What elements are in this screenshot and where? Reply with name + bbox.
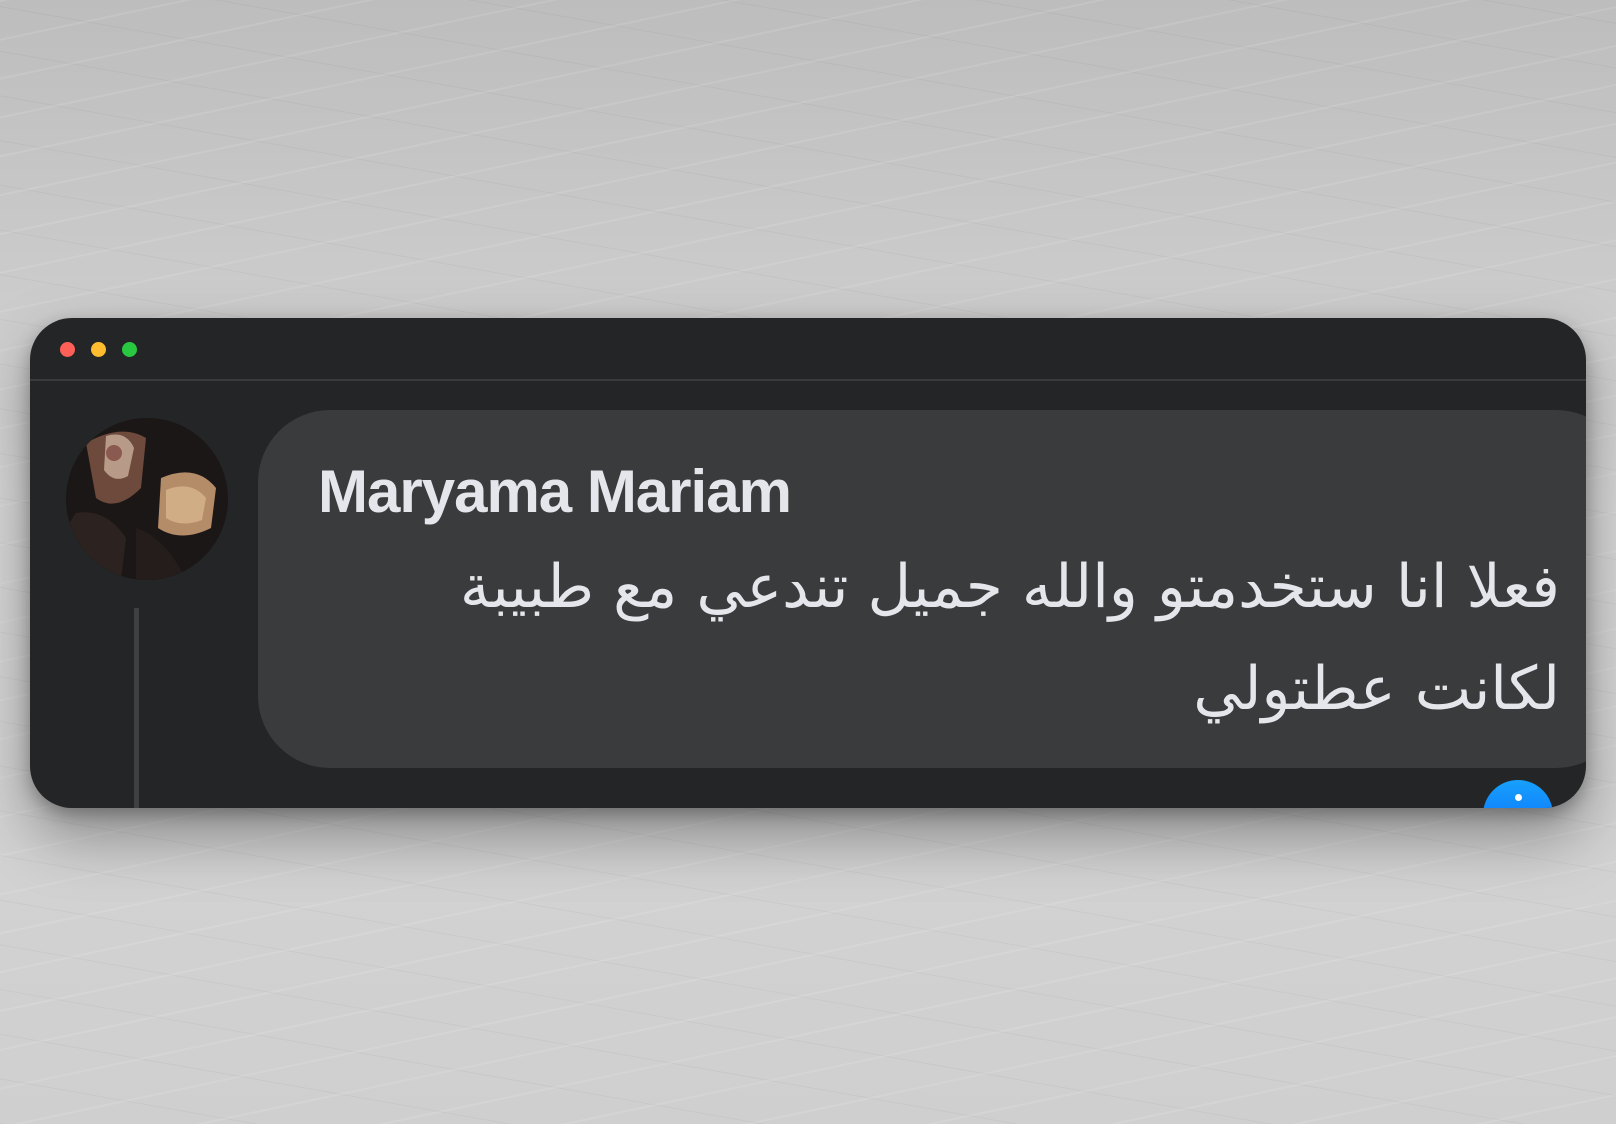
app-window: Maryama Mariam فعلا انا ستخدمتو والله جم… — [30, 318, 1586, 808]
close-window-button[interactable] — [60, 342, 75, 357]
comment-text: فعلا انا ستخدمتو والله جميل تندعي مع طبي… — [459, 552, 1560, 724]
user-avatar[interactable] — [66, 418, 228, 580]
like-reaction-icon[interactable] — [1483, 780, 1553, 808]
zoom-window-button[interactable] — [122, 342, 137, 357]
avatar-photo-icon — [66, 418, 228, 580]
reaction-glyph — [1515, 794, 1522, 801]
comment-author-name[interactable]: Maryama Mariam — [318, 460, 792, 524]
minimize-window-button[interactable] — [91, 342, 106, 357]
reply-thread-line — [134, 608, 139, 808]
window-titlebar — [30, 318, 1586, 381]
